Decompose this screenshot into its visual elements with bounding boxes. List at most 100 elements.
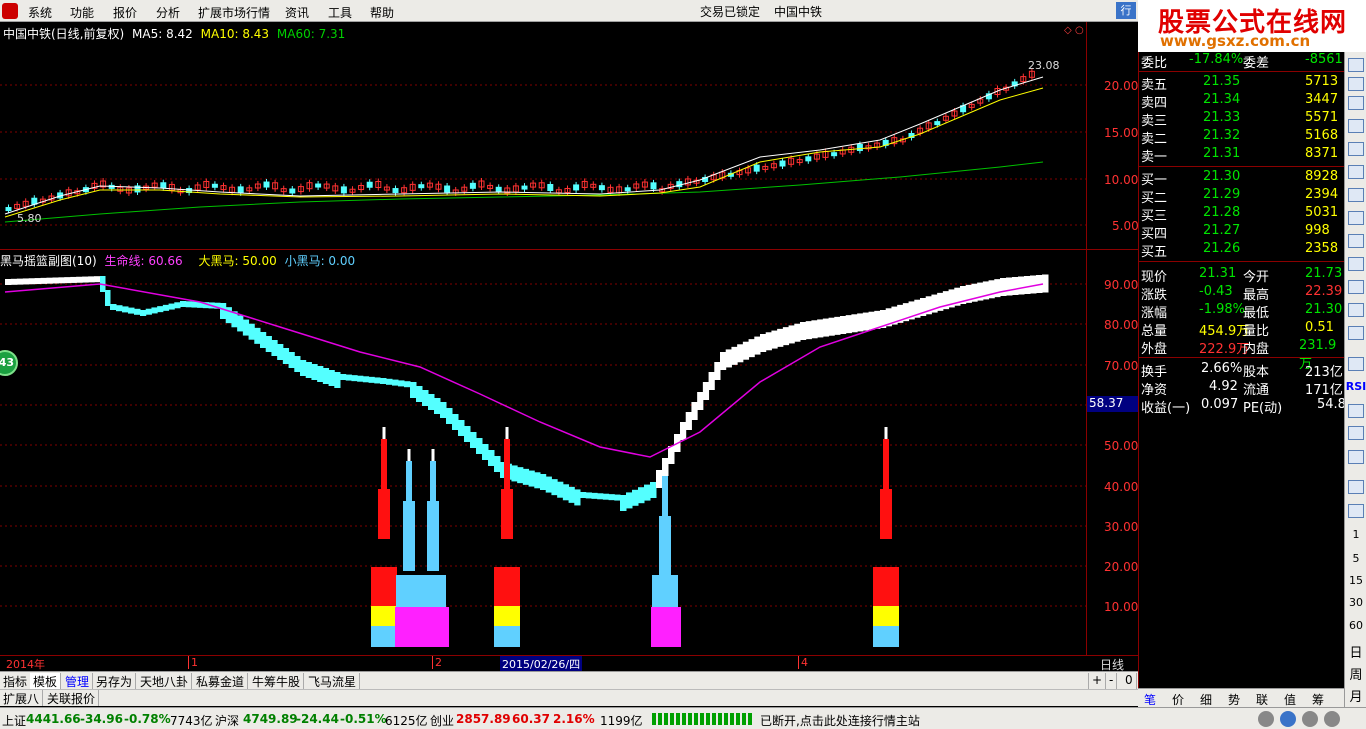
chart-icon[interactable] <box>1348 280 1364 294</box>
tab-chips[interactable]: 筹 <box>1312 691 1324 708</box>
close-icon[interactable]: ○ <box>1075 25 1084 36</box>
move-icon[interactable] <box>1348 426 1364 440</box>
tab-indicator[interactable]: 指标 <box>0 673 32 689</box>
tab-tiandi[interactable]: 天地八卦 <box>137 673 193 689</box>
main-chart-title-bar: 中国中铁(日线,前复权) MA5: 8.42 MA10: 8.43 MA60: … <box>3 25 345 42</box>
info-icon[interactable] <box>1348 188 1364 202</box>
sound-icon[interactable] <box>1302 711 1318 727</box>
indicator-block <box>748 339 755 358</box>
candle-icon[interactable] <box>1348 165 1364 179</box>
f10-icon[interactable] <box>1348 211 1364 225</box>
indicator-block <box>874 310 881 329</box>
diamond-icon[interactable]: ◇ <box>1064 25 1072 36</box>
tab-detail[interactable]: 细 <box>1200 691 1212 708</box>
indicator-block <box>380 378 387 384</box>
menu-help[interactable]: 帮助 <box>370 4 394 21</box>
period-month[interactable]: 月 <box>1345 686 1366 705</box>
user-icon[interactable] <box>1280 711 1296 727</box>
tab-template[interactable]: 模板 <box>30 673 62 689</box>
sell2-row: 卖二 21.32 5168 <box>1139 128 1345 147</box>
sub-y-tick: 30.00 <box>1104 520 1139 534</box>
period-15min[interactable]: 15 <box>1345 574 1366 587</box>
tab-tick[interactable]: 笔 <box>1144 691 1156 708</box>
low-price-label: 5.80 <box>17 212 42 225</box>
refresh-icon[interactable] <box>1348 77 1364 91</box>
grid2-icon[interactable] <box>1348 504 1364 518</box>
menu-system[interactable]: 系统 <box>28 4 52 21</box>
table-icon[interactable] <box>1348 119 1364 133</box>
menu-news[interactable]: 资讯 <box>285 4 309 21</box>
time-label: 4 <box>798 656 808 669</box>
indicator-icon[interactable] <box>1348 357 1364 371</box>
tab-ext8[interactable]: 扩展八 <box>0 690 44 706</box>
indicator-block <box>168 303 175 310</box>
indicator-block <box>720 352 727 370</box>
candle-body <box>521 185 528 190</box>
menu-quote[interactable]: 报价 <box>113 4 137 21</box>
zoom-out-button[interactable]: - <box>1106 673 1118 689</box>
tab-manage[interactable]: 管理 <box>62 673 94 689</box>
ma10-line <box>4 87 1044 218</box>
pen-icon[interactable] <box>1348 450 1364 464</box>
settings-icon[interactable] <box>1324 711 1340 727</box>
line-chart-icon[interactable] <box>1348 142 1364 156</box>
menu-ext-market[interactable]: 扩展市场行情 <box>198 4 270 21</box>
indicator-block <box>771 330 778 349</box>
grid-icon[interactable] <box>1348 234 1364 248</box>
period-30min[interactable]: 30 <box>1345 596 1366 609</box>
detail-tabs: 笔 价 细 势 联 值 筹 <box>1138 688 1344 707</box>
sz-label: 沪深 <box>215 714 240 728</box>
menu-tools[interactable]: 工具 <box>328 4 352 21</box>
stat-value: 0.51 <box>1305 320 1334 335</box>
tab-value[interactable]: 值 <box>1284 691 1296 708</box>
quote-button[interactable]: 行 <box>1116 2 1136 19</box>
menu-function[interactable]: 功能 <box>70 4 94 21</box>
tab-niuchou[interactable]: 牛筹牛股 <box>249 673 305 689</box>
doc-icon[interactable] <box>1348 257 1364 271</box>
period-1min[interactable]: 1 <box>1345 528 1366 541</box>
indicator-block <box>731 346 738 365</box>
zoom-icon[interactable] <box>1348 404 1364 418</box>
tab-related[interactable]: 联 <box>1256 691 1268 708</box>
period-week[interactable]: 周 <box>1345 664 1366 683</box>
period-60min[interactable]: 60 <box>1345 619 1366 632</box>
indicator-block <box>782 327 790 346</box>
connection-message[interactable]: 已断开,点击此处连接行情主站 <box>760 712 920 729</box>
candle-body <box>753 164 760 172</box>
period-day[interactable]: 日 <box>1345 642 1366 661</box>
tab-price[interactable]: 价 <box>1172 691 1184 708</box>
rsi-button[interactable]: RSI <box>1345 380 1366 393</box>
square-icon[interactable] <box>1348 480 1364 494</box>
buy4-row: 买四 21.27 998 <box>1139 223 1345 242</box>
menu-analysis[interactable]: 分析 <box>156 4 180 21</box>
chart-area[interactable]: 中国中铁(日线,前复权) MA5: 8.42 MA10: 8.43 MA60: … <box>0 22 1139 671</box>
indicator-block <box>517 467 524 484</box>
stat-row: 涨幅 -1.98% 最低 21.30 <box>1139 302 1345 321</box>
list-icon[interactable] <box>1348 96 1364 110</box>
indicator-block <box>191 301 198 308</box>
stat-value: 54.8 <box>1317 397 1346 412</box>
period-5min[interactable]: 5 <box>1345 552 1366 565</box>
compass-icon[interactable] <box>1348 326 1364 340</box>
sell-volume: 8371 <box>1305 146 1339 161</box>
panel-icon[interactable] <box>1348 303 1364 317</box>
indicator-block <box>180 301 187 307</box>
stat-value: 21.31 <box>1199 266 1237 281</box>
tab-simu[interactable]: 私募金道 <box>193 673 249 689</box>
stat-label: 现价 <box>1141 270 1168 285</box>
up-arrow-icon[interactable] <box>1348 58 1364 72</box>
tab-trend[interactable]: 势 <box>1228 691 1240 708</box>
stat-label: 今开 <box>1243 270 1270 285</box>
reset-button[interactable]: 0 <box>1122 673 1137 689</box>
tab-related-quote[interactable]: 关联报价 <box>44 690 100 706</box>
chart-canvas[interactable] <box>0 22 1138 657</box>
indicator-block <box>145 308 152 315</box>
indicator-block <box>174 302 181 309</box>
tab-feima[interactable]: 飞马流星 <box>305 673 361 689</box>
zoom-in-button[interactable]: + <box>1088 673 1107 689</box>
stat-value: 4.92 <box>1209 379 1238 394</box>
indicator-block <box>788 325 795 344</box>
sell1-row: 卖一 21.31 8371 <box>1139 146 1345 165</box>
lock-icon[interactable] <box>1258 711 1274 727</box>
tab-save-as[interactable]: 另存为 <box>93 673 137 689</box>
